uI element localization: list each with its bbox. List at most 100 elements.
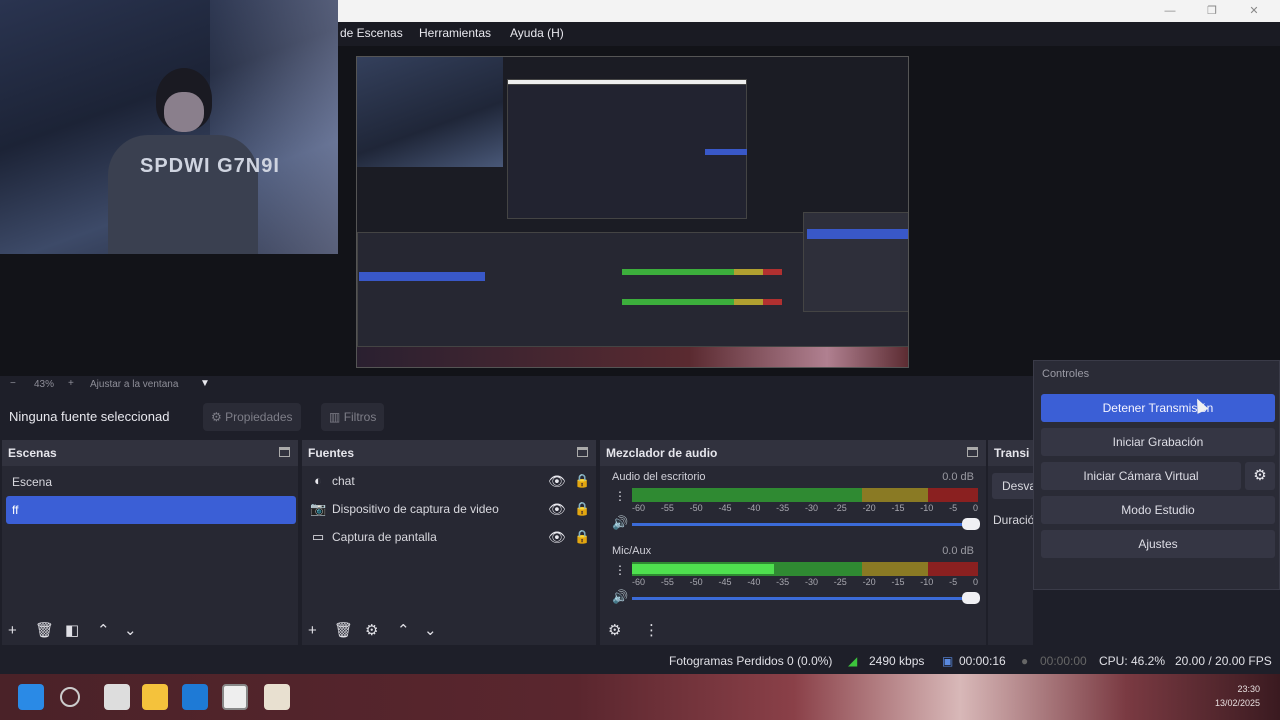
selected-source-label: Ninguna fuente seleccionad [9,409,170,424]
close-button[interactable]: ✕ [1234,2,1274,20]
tick-label: -55 [660,503,674,513]
obs-icon[interactable] [222,684,248,710]
meter-ticks: -60 -55 -50 -45 -40 -35 -30 -25 -20 -15 -10 -5 0 [632,577,978,587]
bitrate: 2490 kbps [869,654,925,668]
tick-label: -30 [804,503,818,513]
move-down-icon[interactable]: ⌄ [424,623,437,638]
source-label: chat [332,474,355,488]
trash-icon[interactable]: 🗑 [35,623,54,638]
cpu-usage: CPU: 46.2% [1099,654,1166,668]
transition-select[interactable]: Desva [992,473,1036,499]
store-icon[interactable] [182,684,208,710]
zoom-bar: − 43% + Ajustar a la ventana ▼ [0,376,1030,394]
volume-handle[interactable] [962,592,980,604]
window-titlebar: — ❐ ✕ [338,0,1280,22]
more-options-icon[interactable]: ⋮ [614,489,626,503]
folder-icon[interactable] [142,684,168,710]
zoom-percent: 43% [34,379,55,390]
notepad-icon[interactable] [104,684,130,710]
stop-stream-button[interactable]: Detener Transmisión [1041,394,1275,422]
eye-icon[interactable]: 👁 [548,497,566,521]
trash-icon[interactable]: 🗑 [334,623,353,638]
menu-help[interactable]: Ayuda (H) [510,26,564,40]
webcam-feed: SPDWI G7N9I [0,0,338,254]
tick-label: 0 [972,503,978,513]
tick-label: -40 [747,503,761,513]
search-icon[interactable] [60,687,80,707]
camera-icon: 📷 [310,501,327,516]
chevron-down-icon[interactable]: ▼ [200,378,210,389]
scene-item[interactable]: Escena [6,468,296,496]
controls-dock: Controles Detener Transmisión Iniciar Gr… [1033,360,1280,590]
source-item[interactable]: ◐ chat 👁 🔒 [308,469,592,493]
zoom-out-button[interactable]: − [10,378,16,389]
menu-scenes[interactable]: de Escenas [340,26,403,40]
gear-icon[interactable]: ⚙ [1245,462,1275,490]
properties-button[interactable]: ⚙ Propiedades [203,403,301,431]
fit-window-label[interactable]: Ajustar a la ventana [90,379,178,390]
game-icon[interactable] [264,684,290,710]
gear-icon: ⚙ [211,410,222,424]
virtual-camera-button[interactable]: Iniciar Cámara Virtual [1041,462,1241,490]
tick-label: -50 [689,577,703,587]
browser-icon: ◐ [314,473,322,488]
tick-label: -5 [949,503,958,513]
tick-label: -20 [862,503,876,513]
studio-mode-button[interactable]: Modo Estudio [1041,496,1275,524]
source-item[interactable]: ▭ Captura de pantalla 👁 🔒 [308,525,592,549]
move-down-icon[interactable]: ⌄ [124,623,137,638]
lock-icon[interactable]: 🔒 [574,469,590,493]
move-up-icon[interactable]: ⌃ [97,623,110,638]
maximize-button[interactable]: ❐ [1192,2,1232,20]
os-taskbar: 23:30 13/02/2025 [0,674,1280,720]
add-icon[interactable]: + [308,623,317,638]
speaker-icon[interactable]: 🔊 [612,589,628,605]
source-label: Dispositivo de captura de video [332,502,499,516]
signal-icon: ◢ [848,654,858,668]
volume-slider[interactable] [632,518,980,530]
tick-label: -25 [833,503,847,513]
mixer-title: Mezclador de audio [606,446,718,460]
undock-icon[interactable] [279,447,290,457]
speaker-icon[interactable]: 🔊 [612,515,628,531]
tick-label: -45 [718,577,732,587]
monitor-icon: ▭ [311,529,325,544]
scene-item-selected[interactable]: ff [6,496,296,524]
tick-label: -25 [833,577,847,587]
filters-label: Filtros [343,410,377,424]
start-recording-button[interactable]: Iniciar Grabación [1041,428,1275,456]
sources-title: Fuentes [308,446,355,460]
tick-label: -15 [891,503,905,513]
zoom-in-button[interactable]: + [68,378,74,389]
filters-button[interactable]: ▥ Filtros [321,403,385,431]
tick-label: -20 [862,577,876,587]
eye-icon[interactable]: 👁 [548,469,566,493]
volume-slider[interactable] [632,592,980,604]
advanced-audio-icon[interactable]: ⚙ [608,623,621,638]
minimize-button[interactable]: — [1150,2,1190,20]
lock-icon[interactable]: 🔒 [574,497,590,521]
undock-icon[interactable] [577,447,588,457]
menu-tools[interactable]: Herramientas [419,26,491,40]
tick-label: -55 [660,577,674,587]
status-bar: Fotogramas Perdidos 0 (0.0%) ◢ 2490 kbps… [0,648,1280,674]
source-item[interactable]: 📷 Dispositivo de captura de video 👁 🔒 [308,497,592,521]
settings-button[interactable]: Ajustes [1041,530,1275,558]
scenes-title: Escenas [8,446,57,460]
stream-icon: ▣ [942,654,954,668]
eye-icon[interactable]: 👁 [548,525,566,549]
windows-start-icon[interactable] [18,684,44,710]
record-icon: ● [1021,654,1029,668]
add-icon[interactable]: + [8,623,17,638]
gear-icon[interactable]: ⚙ [365,623,378,638]
more-options-icon[interactable]: ⋮ [614,563,626,577]
undock-icon[interactable] [967,447,978,457]
more-options-icon[interactable]: ⋮ [644,623,659,638]
volume-handle[interactable] [962,518,980,530]
shirt-text: SPDWI G7N9I [140,155,280,177]
channel-db: 0.0 dB [942,471,974,483]
meter-ticks: -60 -55 -50 -45 -40 -35 -30 -25 -20 -15 -10 -5 0 [632,503,978,513]
move-up-icon[interactable]: ⌃ [397,623,410,638]
lock-icon[interactable]: 🔒 [574,525,590,549]
filter-icon[interactable]: ◧ [65,623,79,638]
